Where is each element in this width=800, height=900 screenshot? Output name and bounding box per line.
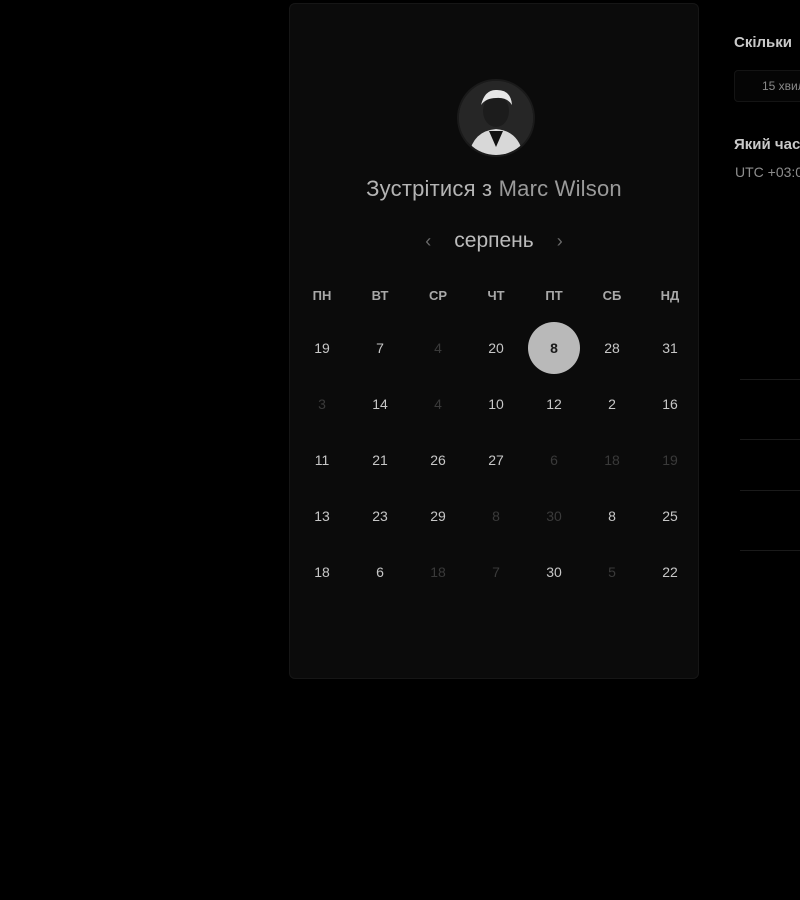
day-number: 10 xyxy=(488,396,504,412)
time-slot-divider xyxy=(740,439,800,440)
day-number: 2 xyxy=(608,396,616,412)
weekday-label: ВТ xyxy=(371,288,389,303)
calendar-day[interactable]: 8 xyxy=(583,488,641,544)
timezone-selector[interactable]: UTC +03:0 xyxy=(735,164,800,180)
time-slot-divider xyxy=(740,379,800,380)
calendar-day[interactable]: 20 xyxy=(467,320,525,376)
time-heading: Який час xyxy=(734,136,800,153)
day-number: 7 xyxy=(376,340,384,356)
calendar-day[interactable]: 2 xyxy=(583,376,641,432)
calendar-day[interactable]: 22 xyxy=(641,544,699,600)
day-number: 4 xyxy=(434,340,442,356)
month-label: серпень xyxy=(454,229,534,252)
calendar-day: 30 xyxy=(525,488,583,544)
day-number: 8 xyxy=(608,508,616,524)
calendar-day: 19 xyxy=(641,432,699,488)
day-number: 21 xyxy=(372,452,388,468)
day-number: 26 xyxy=(430,452,446,468)
calendar-day[interactable]: 18 xyxy=(293,544,351,600)
calendar-day[interactable]: 28 xyxy=(583,320,641,376)
calendar-day: 3 xyxy=(293,376,351,432)
calendar-day[interactable]: 13 xyxy=(293,488,351,544)
day-number: 30 xyxy=(546,508,562,524)
day-number: 19 xyxy=(314,340,330,356)
chevron-right-icon[interactable]: › xyxy=(552,229,568,253)
time-slot-divider xyxy=(740,490,800,491)
title-prefix: Зустрітися з xyxy=(366,176,493,201)
day-number: 11 xyxy=(314,452,330,468)
calendar-grid: 19 7 4 20 8 28 31 3 14 4 10 12 2 16 11 21 26 27 6 18 19 13 23 2… xyxy=(293,320,699,600)
calendar-day[interactable]: 12 xyxy=(525,376,583,432)
calendar-day: 18 xyxy=(583,432,641,488)
day-number: 4 xyxy=(434,396,442,412)
day-number: 30 xyxy=(546,564,562,580)
day-number: 6 xyxy=(550,452,558,468)
duration-option[interactable]: 15 хвил xyxy=(734,70,800,102)
day-number: 18 xyxy=(314,564,330,580)
weekday-label: НД xyxy=(660,288,680,303)
calendar-day-selected[interactable]: 8 xyxy=(525,320,583,376)
chevron-left-icon[interactable]: ‹ xyxy=(420,229,436,253)
calendar-day: 4 xyxy=(409,320,467,376)
day-number: 31 xyxy=(662,340,678,356)
calendar-day[interactable]: 31 xyxy=(641,320,699,376)
day-number: 20 xyxy=(488,340,504,356)
day-number: 6 xyxy=(376,564,384,580)
calendar-day[interactable]: 14 xyxy=(351,376,409,432)
day-number: 22 xyxy=(662,564,678,580)
calendar-day[interactable]: 25 xyxy=(641,488,699,544)
calendar-day[interactable]: 29 xyxy=(409,488,467,544)
calendar-day[interactable]: 21 xyxy=(351,432,409,488)
calendar-day[interactable]: 23 xyxy=(351,488,409,544)
weekday-label: СР xyxy=(428,288,448,303)
day-number: 28 xyxy=(604,340,620,356)
calendar-day[interactable]: 7 xyxy=(351,320,409,376)
day-number: 29 xyxy=(430,508,446,524)
month-navigation: ‹ серпень › xyxy=(290,226,698,256)
duration-heading: Скільки xyxy=(734,34,792,51)
day-number: 18 xyxy=(430,564,446,580)
page-title: Зустрітися з Marc Wilson xyxy=(290,176,698,202)
calendar-day[interactable]: 27 xyxy=(467,432,525,488)
calendar-day[interactable]: 6 xyxy=(351,544,409,600)
calendar-day: 5 xyxy=(583,544,641,600)
weekday-header: ПН ВТ СР ЧТ ПТ СБ НД xyxy=(293,286,699,306)
day-number: 27 xyxy=(488,452,504,468)
weekday-label: ПН xyxy=(312,288,332,303)
day-number: 7 xyxy=(492,564,500,580)
day-number: 12 xyxy=(546,396,562,412)
calendar-day: 18 xyxy=(409,544,467,600)
time-slot-divider xyxy=(740,550,800,551)
weekday-label: ПТ xyxy=(545,288,563,303)
day-number: 25 xyxy=(662,508,678,524)
day-number: 18 xyxy=(604,452,620,468)
day-number: 3 xyxy=(318,396,326,412)
day-number: 8 xyxy=(528,322,580,374)
calendar-day[interactable]: 26 xyxy=(409,432,467,488)
booking-page: Зустрітися з Marc Wilson ‹ серпень › ПН В… xyxy=(0,0,800,900)
calendar-day[interactable]: 19 xyxy=(293,320,351,376)
calendar-day: 6 xyxy=(525,432,583,488)
weekday-label: СБ xyxy=(602,288,622,303)
side-panel: Скільки 15 хвил Який час UTC +03:0 xyxy=(734,0,800,900)
calendar-day: 8 xyxy=(467,488,525,544)
day-number: 23 xyxy=(372,508,388,524)
avatar xyxy=(457,79,535,157)
avatar-portrait-image xyxy=(459,81,533,155)
day-number: 13 xyxy=(314,508,330,524)
calendar-day: 7 xyxy=(467,544,525,600)
calendar-day[interactable]: 10 xyxy=(467,376,525,432)
day-number: 16 xyxy=(662,396,678,412)
day-number: 14 xyxy=(372,396,388,412)
day-number: 8 xyxy=(492,508,500,524)
weekday-label: ЧТ xyxy=(487,288,505,303)
calendar-day[interactable]: 11 xyxy=(293,432,351,488)
calendar-day[interactable]: 16 xyxy=(641,376,699,432)
host-name: Marc Wilson xyxy=(498,176,622,201)
booking-card: Зустрітися з Marc Wilson ‹ серпень › ПН В… xyxy=(289,3,699,679)
day-number: 5 xyxy=(608,564,616,580)
day-number: 19 xyxy=(662,452,678,468)
calendar-day: 4 xyxy=(409,376,467,432)
calendar-day[interactable]: 30 xyxy=(525,544,583,600)
